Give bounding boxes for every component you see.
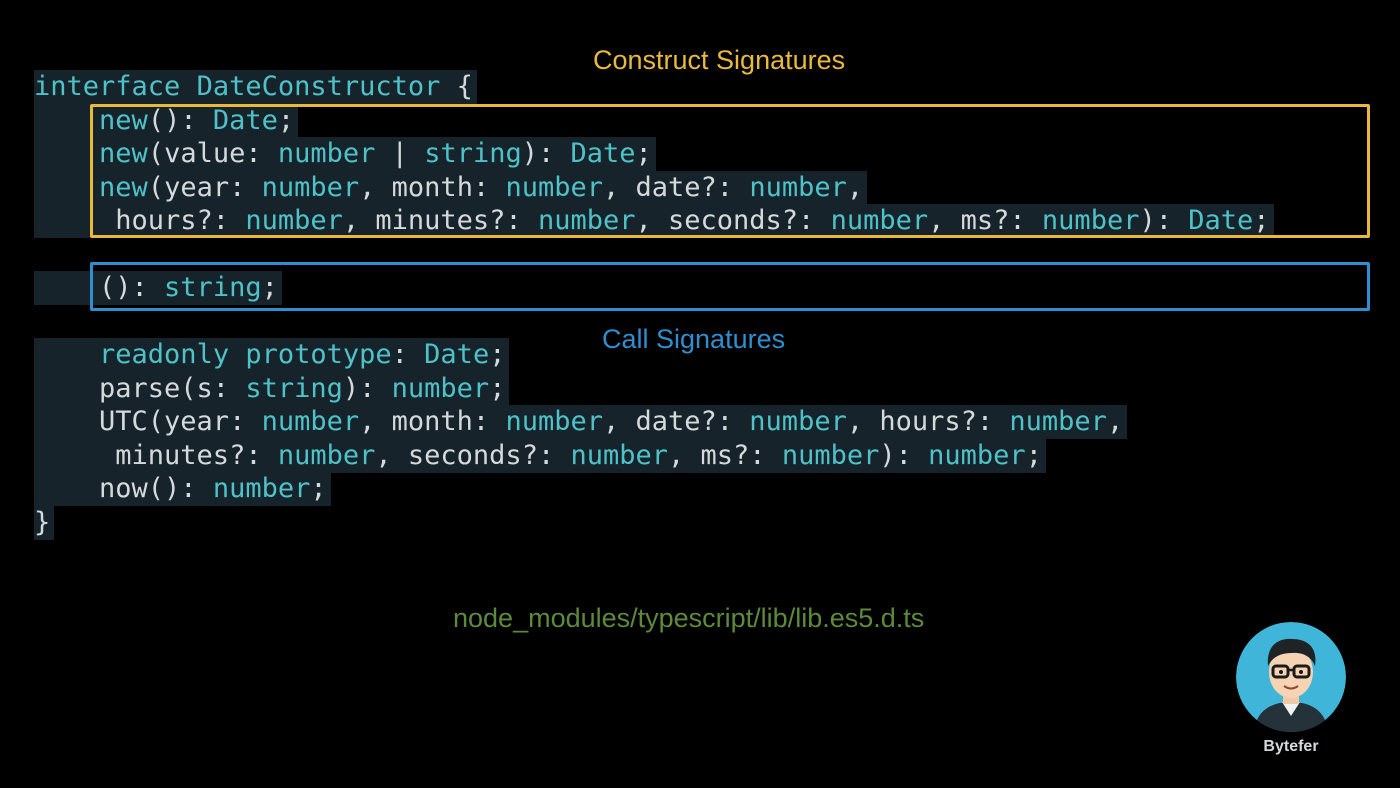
code-token: (): [34,272,165,303]
code-token: ; [635,138,652,169]
code-token: string [164,272,262,303]
line-utc-cont: minutes?: number, seconds?: number, ms?:… [34,439,1046,473]
line-now: now(): number; [34,472,331,506]
code-token: number [505,172,604,203]
code-token: number [261,406,360,437]
code-token: number [781,440,880,471]
code-token: new [99,172,148,203]
code-token: string [245,373,343,404]
code-token: ; [310,473,327,504]
code-token: , month: [359,406,506,437]
code-token: number [537,205,636,236]
code-token: Date [424,339,490,370]
code-token: new [99,105,148,136]
author-avatar [1236,622,1346,732]
code-token: number [1009,406,1107,437]
code-token: hours?: [34,205,246,236]
code-token: ): [342,373,392,404]
line-parse: parse(s: string): number; [34,372,510,406]
code-token: (value: [147,138,278,169]
code-token: ): [1139,205,1189,236]
code-token: , hours?: [846,406,1010,437]
code-token: { [456,71,473,102]
code-token: now(): [34,473,213,504]
code-token: number [749,406,847,437]
code-token: number [749,172,847,203]
code-token: ; [1025,440,1042,471]
code-token: string [424,138,522,169]
code-token: , seconds?: [375,440,571,471]
code-token: ; [1253,205,1270,236]
code-token: (): [147,105,213,136]
line-prototype: readonly prototype: Date; [34,338,510,372]
code-token: number [277,138,376,169]
file-path-label: node_modules/typescript/lib/lib.es5.d.ts [453,603,925,633]
code-token: Date [212,105,278,136]
cartoon-face-icon [1236,622,1346,732]
code-token: } [34,507,51,538]
line-call: (): string; [34,271,282,305]
code-token: : [391,339,425,370]
line-close: } [34,506,55,540]
code-token: number [391,373,490,404]
code-token: parse(s: [34,373,246,404]
code-token: ; [277,105,295,136]
code-token: DateConstructor [180,71,457,102]
code-token: , date?: [602,406,750,437]
code-token: new [99,138,148,169]
code-token: prototype [245,339,392,370]
code-token: Date [1188,205,1254,236]
code-token: number [928,440,1026,471]
code-token: , minutes?: [342,205,538,236]
line-interface: interface DateConstructor { [34,70,477,104]
line-new-hours: hours?: number, minutes?: number, second… [34,204,1274,238]
code-token: readonly [99,339,230,370]
code-token: Date [570,138,636,169]
code-token: , ms?: [668,440,782,471]
code-token: number [1041,205,1140,236]
code-token: interface [34,71,181,102]
code-token: , seconds?: [635,205,831,236]
code-token: number [505,406,603,437]
code-token: , month: [359,172,506,203]
code-token: number [245,205,343,236]
code-token: , date?: [603,172,750,203]
call-signatures-label: Call Signatures [602,324,786,354]
code-token: , ms?: [928,205,1042,236]
code-token: minutes?: [34,440,278,471]
code-token: number [570,440,669,471]
code-token: | [375,138,425,169]
line-new-year: new(year: number, month: number, date?: … [34,171,868,205]
code-token: UTC(year: [34,406,262,437]
code-token: ; [489,339,506,370]
code-token: (year: [147,172,262,203]
author-name: Bytefer [1263,738,1319,755]
code-token: number [830,205,929,236]
construct-signatures-label: Construct Signatures [593,45,846,75]
line-utc: UTC(year: number, month: number, date?: … [34,405,1128,439]
code-token: number [277,440,376,471]
line-new-value: new(value: number | string): Date; [34,137,656,171]
code-token: ; [489,373,506,404]
code-token: , [846,172,864,203]
code-token: , [1106,406,1124,437]
code-token: number [261,172,360,203]
code-token: ): [879,440,929,471]
code-token: ; [261,272,278,303]
code-token: ): [521,138,571,169]
line-new-empty: new(): Date; [34,104,299,138]
call-signatures-box [90,262,1370,311]
code-token: number [212,473,311,504]
